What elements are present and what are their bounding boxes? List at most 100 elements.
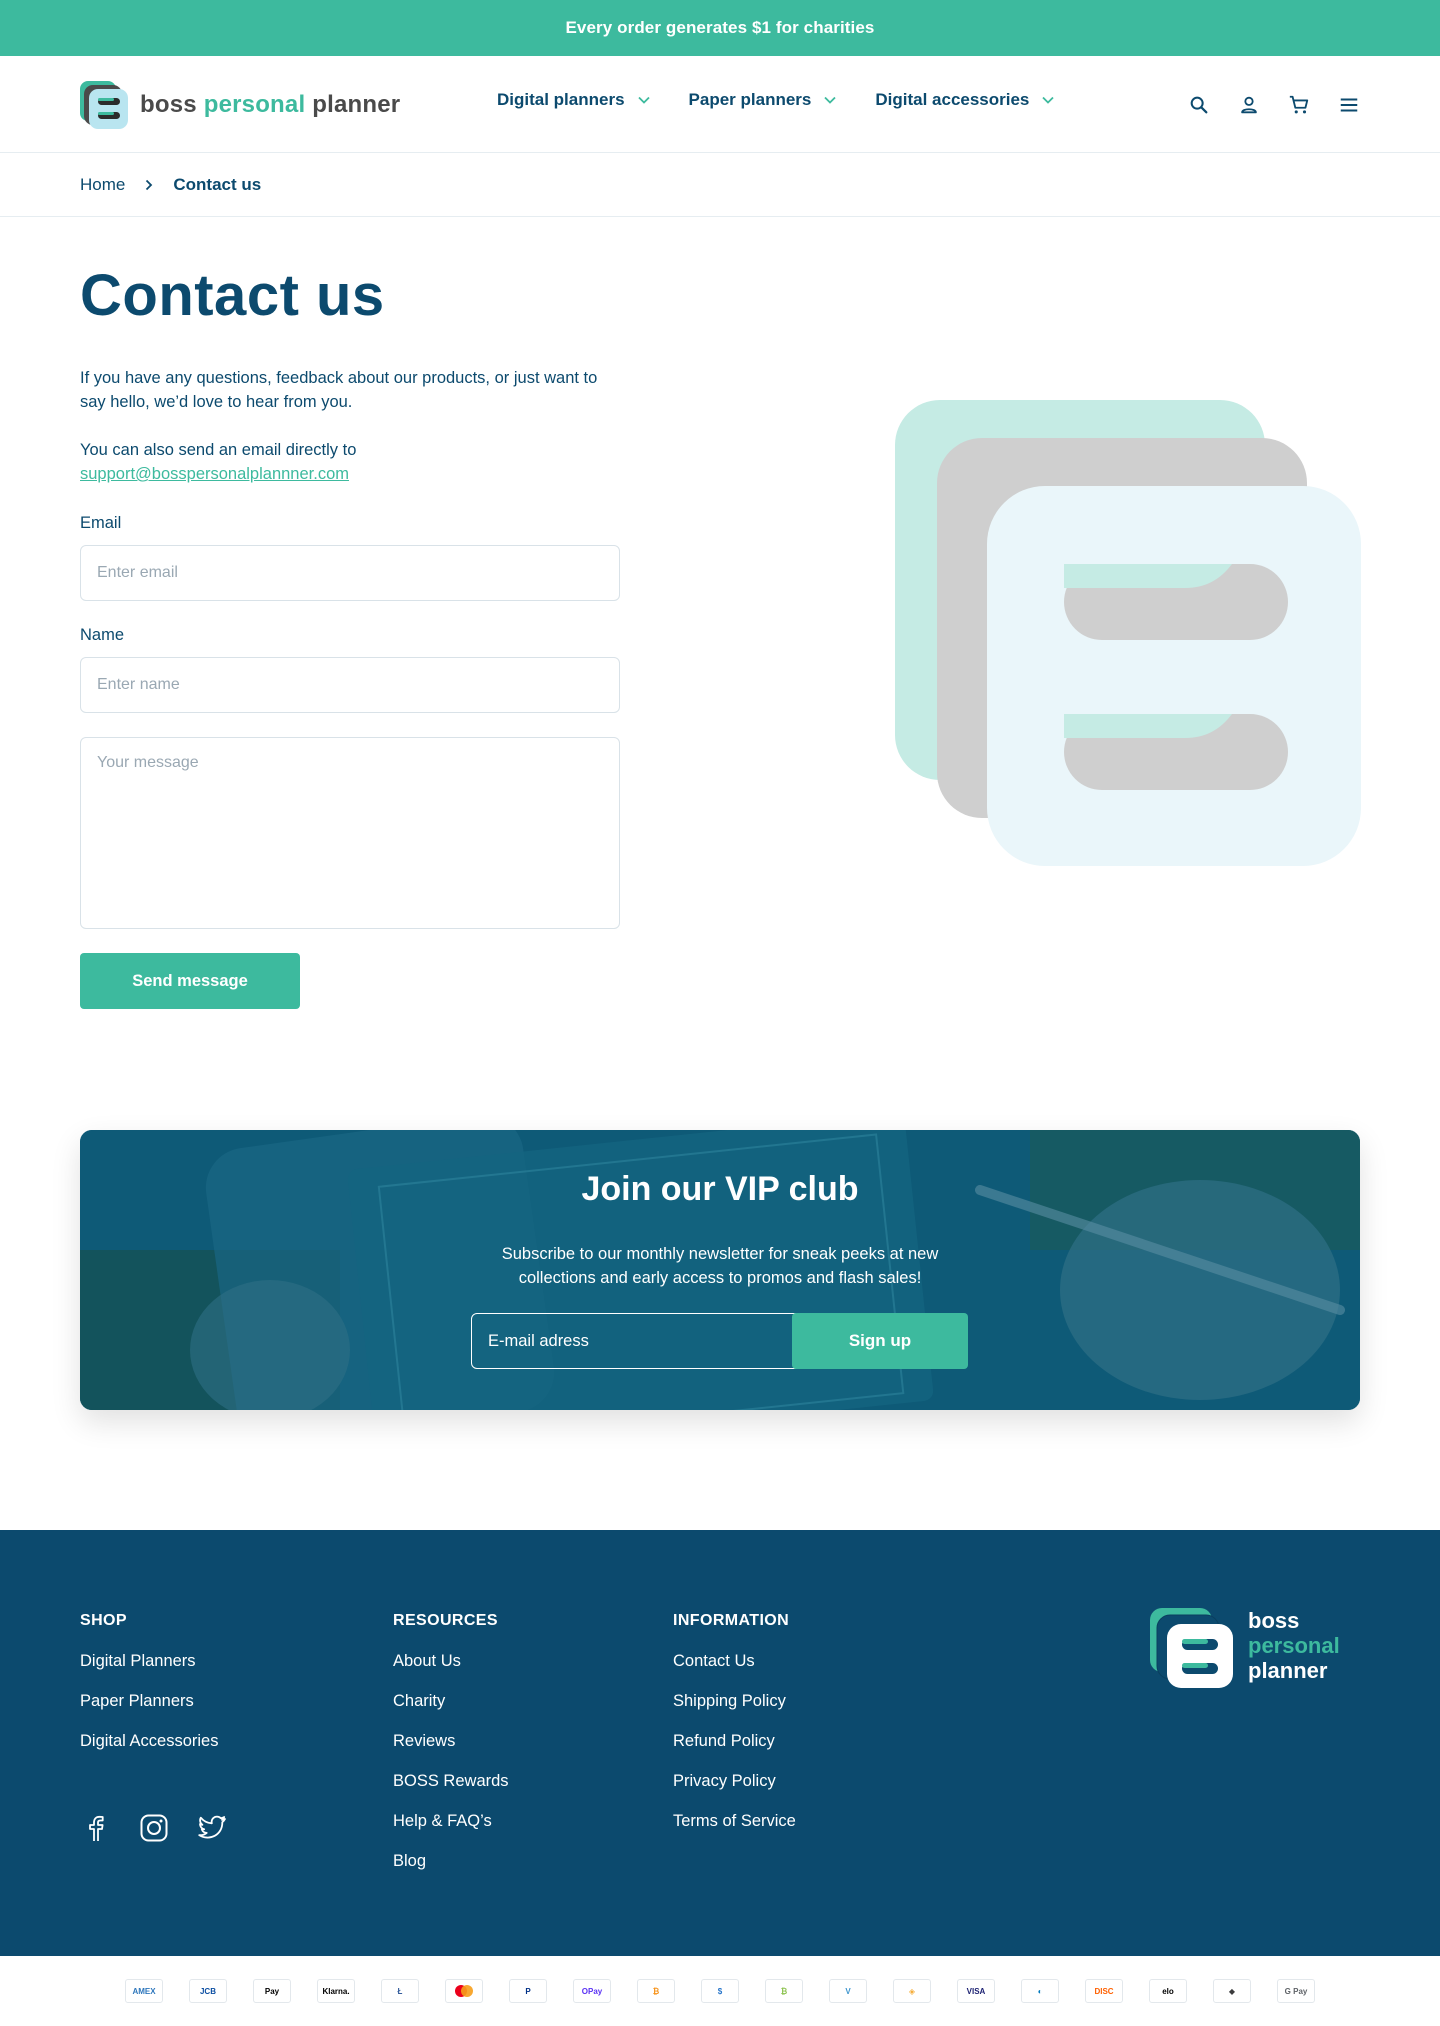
google-pay-icon: G Pay (1277, 1979, 1315, 2003)
payment-label: OPay (581, 1986, 603, 1996)
footer-link-charity[interactable]: Charity (393, 1692, 509, 1732)
support-email-link[interactable]: support@bosspersonalplannner.com (80, 465, 349, 483)
footer-link-terms[interactable]: Terms of Service (673, 1812, 796, 1852)
footer-logo-line: personal (1248, 1633, 1340, 1658)
email-field[interactable] (80, 545, 620, 601)
nav-label: Paper planners (688, 90, 812, 109)
payment-label: ₿ (780, 1986, 788, 1996)
opay-icon: OPay (573, 1979, 611, 2003)
elo-icon: elo (1149, 1979, 1187, 2003)
payment-label: Klarna. (322, 1986, 350, 1996)
payment-label: Pay (264, 1986, 280, 1996)
breadcrumb-home[interactable]: Home (80, 175, 125, 195)
contact-intro: If you have any questions, feedback abou… (80, 369, 598, 411)
chevron-right-icon (146, 179, 153, 190)
payment-label: V (845, 1986, 851, 1996)
payment-label: ◆ (1228, 1986, 1236, 1996)
social-links (80, 1812, 228, 1844)
diners-icon: ◐ (1021, 1979, 1059, 2003)
nav-label: Digital accessories (875, 90, 1030, 109)
cart-icon[interactable] (1286, 92, 1312, 118)
message-field[interactable] (80, 737, 620, 929)
klarna-icon: Klarna. (317, 1979, 355, 2003)
search-icon[interactable] (1186, 92, 1212, 118)
apple-pay-icon: Pay (253, 1979, 291, 2003)
email-label: Email (80, 514, 122, 532)
jcb-icon: JCB (189, 1979, 227, 2003)
header-actions (1186, 92, 1362, 118)
footer-logo[interactable]: boss personal planner (1150, 1608, 1340, 1690)
payment-methods: AMEX JCB Pay Klarna. Ł P OPay ₿ $ ₿ V ◈ VISA ◐ DISC elo… (0, 1956, 1440, 2026)
footer-link-blog[interactable]: Blog (393, 1852, 509, 1892)
payment-label: ◐ (1037, 1986, 1043, 1996)
footer-shop-column: SHOP Digital Planners Paper Planners Dig… (80, 1612, 218, 1772)
sign-up-button[interactable]: Sign up (792, 1313, 968, 1369)
discover-icon: DISC (1085, 1979, 1123, 2003)
dai-icon: ◈ (893, 1979, 931, 2003)
footer-resources-column: RESOURCES About Us Charity Reviews BOSS … (393, 1612, 509, 1892)
payment-label: $ (717, 1986, 723, 1996)
send-message-button[interactable]: Send message (80, 953, 300, 1009)
footer-link-reviews[interactable]: Reviews (393, 1732, 509, 1772)
chevron-down-icon (1042, 96, 1055, 104)
footer-heading: INFORMATION (673, 1612, 790, 1629)
footer-heading: SHOP (80, 1612, 127, 1629)
site-footer: SHOP Digital Planners Paper Planners Dig… (0, 1530, 1440, 1956)
name-field[interactable] (80, 657, 620, 713)
page-title: Contact us (80, 263, 385, 328)
announcement-bar: Every order generates $1 for charities (0, 0, 1440, 56)
name-label: Name (80, 626, 125, 644)
payment-label: ◈ (908, 1986, 916, 1996)
breadcrumb: Home Contact us (0, 153, 1440, 217)
footer-link-refund[interactable]: Refund Policy (673, 1732, 796, 1772)
breadcrumb-current: Contact us (173, 174, 262, 194)
instagram-icon[interactable] (138, 1812, 170, 1844)
payment-label: P (525, 1986, 531, 1996)
site-logo[interactable]: boss personal planner (80, 80, 400, 130)
site-header: boss personal planner Digital planners P… (0, 56, 1440, 153)
email-intro-text: You can also send an email directly to (80, 441, 357, 459)
main-nav: Digital planners Paper planners Digital … (497, 90, 1055, 110)
footer-logo-text: boss personal planner (1248, 1608, 1340, 1683)
footer-link-help[interactable]: Help & FAQ’s (393, 1812, 509, 1852)
footer-link-paper-planners[interactable]: Paper Planners (80, 1692, 218, 1732)
nav-label: Digital planners (497, 90, 625, 109)
nav-paper-planners[interactable]: Paper planners (689, 90, 838, 110)
footer-link-privacy[interactable]: Privacy Policy (673, 1772, 796, 1812)
account-icon[interactable] (1236, 92, 1262, 118)
footer-link-shipping[interactable]: Shipping Policy (673, 1692, 796, 1732)
footer-logo-line: boss (1248, 1608, 1300, 1633)
payment-label: DISC (1094, 1986, 1114, 1996)
mastercard-icon (445, 1979, 483, 2003)
footer-link-about[interactable]: About Us (393, 1652, 509, 1692)
payment-label: G Pay (1284, 1986, 1308, 1996)
venmo-icon: V (829, 1979, 867, 2003)
vip-title: Join our VIP club (581, 1170, 859, 1208)
chevron-down-icon (824, 96, 836, 104)
footer-information-column: INFORMATION Contact Us Shipping Policy R… (673, 1612, 796, 1852)
nav-digital-accessories[interactable]: Digital accessories (875, 90, 1055, 110)
visa-icon: VISA (957, 1979, 995, 2003)
payment-label: JCB (199, 1986, 216, 1996)
payment-label: Ł (397, 1986, 403, 1996)
payment-label: elo (1162, 1986, 1174, 1996)
ethereum-icon: ◆ (1213, 1979, 1251, 2003)
paypal-icon: P (509, 1979, 547, 2003)
footer-link-digital-planners[interactable]: Digital Planners (80, 1652, 218, 1692)
payment-label: VISA (966, 1986, 986, 1996)
logo-text: boss personal planner (140, 91, 401, 118)
footer-link-contact[interactable]: Contact Us (673, 1652, 796, 1692)
nav-digital-planners[interactable]: Digital planners (497, 90, 651, 110)
facebook-icon[interactable] (80, 1812, 112, 1844)
contact-email-intro: You can also send an email directly to s… (80, 438, 620, 486)
menu-icon[interactable] (1336, 92, 1362, 118)
vip-subtitle-line: collections and early access to promos a… (518, 1269, 922, 1287)
logo-mark-icon (80, 81, 128, 129)
twitter-icon[interactable] (196, 1812, 228, 1844)
footer-link-rewards[interactable]: BOSS Rewards (393, 1772, 509, 1812)
vip-subtitle-line: Subscribe to our monthly newsletter for … (501, 1245, 939, 1263)
litecoin-icon: Ł (381, 1979, 419, 2003)
footer-link-digital-accessories[interactable]: Digital Accessories (80, 1732, 218, 1772)
payment-label: AMEX (132, 1986, 156, 1996)
bitcoin-icon: ₿ (637, 1979, 675, 2003)
